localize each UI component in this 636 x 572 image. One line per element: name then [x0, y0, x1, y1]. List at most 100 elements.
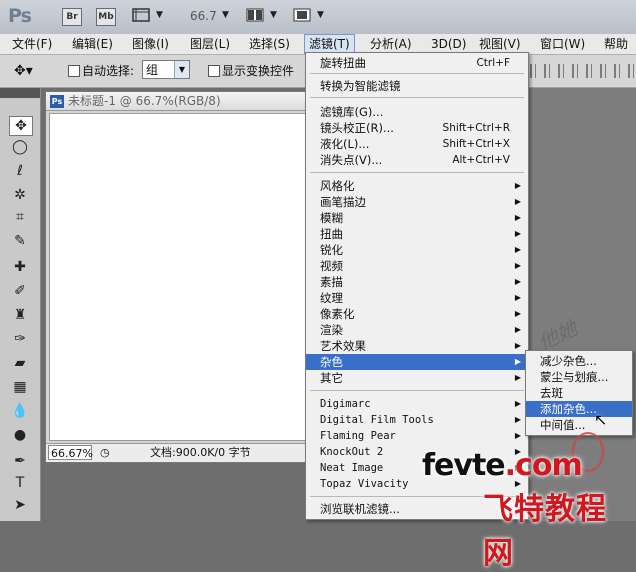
- submenu-arrow-icon: ▶: [514, 431, 521, 440]
- filter-item-distort[interactable]: 扭曲 ▶: [306, 226, 528, 242]
- arrange-documents-icon[interactable]: [246, 8, 264, 22]
- panel-grip[interactable]: [0, 88, 40, 98]
- document-canvas[interactable]: [49, 113, 307, 441]
- type-tool-icon[interactable]: T: [9, 474, 31, 492]
- menu-view[interactable]: 视图(V): [475, 34, 525, 54]
- filter-item-blur[interactable]: 模糊 ▶: [306, 210, 528, 226]
- healing-brush-icon[interactable]: ✚: [9, 258, 31, 276]
- noise-item-reduce-noise[interactable]: 减少杂色...: [526, 353, 632, 369]
- filter-item-twirl[interactable]: 旋转扭曲 Ctrl+F: [306, 55, 528, 71]
- filter-item-flaming-pear[interactable]: Flaming Pear ▶: [306, 428, 528, 444]
- auto-select-dropdown[interactable]: 组 ▼: [142, 60, 190, 79]
- menu-analysis[interactable]: 分析(A): [366, 34, 416, 54]
- submenu-arrow-icon: ▶: [514, 373, 521, 382]
- gradient-tool-icon[interactable]: ▦: [9, 378, 31, 396]
- menu-separator: [310, 172, 524, 173]
- filter-item-noise[interactable]: 杂色 ▶: [306, 354, 528, 370]
- filter-item-digital-film-tools[interactable]: Digital Film Tools ▶: [306, 412, 528, 428]
- submenu-arrow-icon: ▶: [514, 357, 521, 366]
- crop-tool-icon[interactable]: ⌗: [9, 208, 31, 226]
- dodge-tool-icon[interactable]: ●: [9, 426, 31, 444]
- mouse-cursor-icon: ↖: [594, 410, 608, 429]
- eraser-tool-icon[interactable]: ▰: [9, 354, 31, 372]
- submenu-arrow-icon: ▶: [514, 213, 521, 222]
- filter-item-pixelate[interactable]: 像素化 ▶: [306, 306, 528, 322]
- status-info-icon[interactable]: ◷: [100, 444, 110, 462]
- menu-separator: [310, 390, 524, 391]
- filter-item-other[interactable]: 其它 ▶: [306, 370, 528, 386]
- menu-help[interactable]: 帮助(H): [600, 34, 636, 71]
- filter-item-stylize[interactable]: 风格化 ▶: [306, 178, 528, 194]
- document-status-bar: 66.67% ◷ 文档:900.0K/0 字节: [46, 443, 308, 462]
- mini-bridge-button[interactable]: Mb: [96, 8, 116, 26]
- submenu-arrow-icon: ▶: [514, 399, 521, 408]
- menu-separator: [310, 97, 524, 98]
- bridge-button[interactable]: Br: [62, 8, 82, 26]
- auto-select-checkbox[interactable]: [68, 65, 80, 77]
- brush-tool-icon[interactable]: ✐: [9, 282, 31, 300]
- filter-item-sketch[interactable]: 素描 ▶: [306, 274, 528, 290]
- zoom-level[interactable]: 66.7: [190, 9, 217, 23]
- menu-3d[interactable]: 3D(D): [427, 34, 470, 54]
- align-distribute-icons[interactable]: [530, 64, 636, 78]
- filter-item-convert-smart[interactable]: 转换为智能滤镜: [306, 78, 528, 94]
- document-size-info: 文档:900.0K/0 字节: [150, 446, 251, 459]
- menu-select[interactable]: 选择(S): [245, 34, 294, 54]
- menu-layer[interactable]: 图层(L): [186, 34, 234, 54]
- filter-item-liquify[interactable]: 液化(L)... Shift+Ctrl+X: [306, 136, 528, 152]
- submenu-arrow-icon: ▶: [514, 277, 521, 286]
- arrange-dropdown-icon[interactable]: ▼: [270, 10, 277, 20]
- view-extras-dropdown-icon[interactable]: ▼: [156, 10, 163, 20]
- eyedropper-icon[interactable]: ✎: [9, 232, 31, 250]
- view-extras-icon[interactable]: [132, 8, 150, 22]
- filter-item-digimarc[interactable]: Digimarc ▶: [306, 396, 528, 412]
- move-tool-preset-icon[interactable]: ✥▾: [14, 63, 33, 79]
- submenu-arrow-icon: ▶: [514, 229, 521, 238]
- path-selection-icon[interactable]: ➤: [9, 496, 31, 514]
- submenu-arrow-icon: ▶: [514, 293, 521, 302]
- history-brush-icon[interactable]: ✑: [9, 330, 31, 348]
- noise-item-dust-scratches[interactable]: 蒙尘与划痕...: [526, 369, 632, 385]
- lasso-tool-icon[interactable]: ℓ: [9, 162, 31, 180]
- status-zoom-field[interactable]: 66.67%: [48, 445, 93, 460]
- photoshop-logo: Ps: [8, 5, 32, 27]
- submenu-arrow-icon: ▶: [514, 415, 521, 424]
- menu-file[interactable]: 文件(F): [8, 34, 56, 54]
- filter-item-render[interactable]: 渲染 ▶: [306, 322, 528, 338]
- move-tool-icon[interactable]: ✥: [9, 116, 33, 136]
- magic-wand-icon[interactable]: ✲: [9, 186, 31, 204]
- screen-mode-dropdown-icon[interactable]: ▼: [317, 10, 324, 20]
- filter-item-texture[interactable]: 纹理 ▶: [306, 290, 528, 306]
- filter-item-brush-strokes[interactable]: 画笔描边 ▶: [306, 194, 528, 210]
- clone-stamp-icon[interactable]: ♜: [9, 306, 31, 324]
- document-title: 未标题-1 @ 66.7%(RGB/8): [68, 94, 221, 108]
- filter-item-lens-correction[interactable]: 镜头校正(R)... Shift+Ctrl+R: [306, 120, 528, 136]
- show-transform-label: 显示变换控件: [222, 64, 295, 78]
- noise-item-add-noise[interactable]: 添加杂色...: [526, 401, 632, 417]
- tools-panel: ✥ ◯ ℓ ✲ ⌗ ✎ ✚ ✐ ♜ ✑ ▰ ▦ 💧 ● ✒ T ➤: [0, 88, 41, 521]
- document-window: Ps 未标题-1 @ 66.7%(RGB/8) 66.67% ◷ 文档:900.0…: [45, 91, 309, 463]
- auto-select-label: 自动选择:: [82, 64, 135, 78]
- elliptical-marquee-icon[interactable]: ◯: [9, 138, 31, 156]
- noise-item-median[interactable]: 中间值...: [526, 417, 632, 433]
- site-watermark: fevte.com: [422, 448, 583, 483]
- menu-filter[interactable]: 滤镜(T): [304, 34, 355, 54]
- filter-item-vanishing-point[interactable]: 消失点(V)... Alt+Ctrl+V: [306, 152, 528, 168]
- menu-edit[interactable]: 编辑(E): [68, 34, 117, 54]
- filter-item-sharpen[interactable]: 锐化 ▶: [306, 242, 528, 258]
- filter-item-gallery[interactable]: 滤镜库(G)...: [306, 104, 528, 120]
- document-tab[interactable]: Ps 未标题-1 @ 66.7%(RGB/8): [46, 92, 308, 111]
- filter-item-video[interactable]: 视频 ▶: [306, 258, 528, 274]
- show-transform-checkbox[interactable]: [208, 65, 220, 77]
- noise-item-despeckle[interactable]: 去斑: [526, 385, 632, 401]
- screen-mode-icon[interactable]: [293, 8, 311, 22]
- submenu-arrow-icon: ▶: [514, 245, 521, 254]
- filter-item-artistic[interactable]: 艺术效果 ▶: [306, 338, 528, 354]
- zoom-dropdown-icon[interactable]: ▼: [222, 10, 229, 20]
- blur-tool-icon[interactable]: 💧: [9, 402, 31, 420]
- noise-submenu: 减少杂色... 蒙尘与划痕... 去斑 添加杂色... 中间值...: [525, 350, 633, 436]
- menu-image[interactable]: 图像(I): [128, 34, 173, 54]
- pen-tool-icon[interactable]: ✒: [9, 452, 31, 470]
- menu-window[interactable]: 窗口(W): [536, 34, 589, 54]
- submenu-arrow-icon: ▶: [514, 325, 521, 334]
